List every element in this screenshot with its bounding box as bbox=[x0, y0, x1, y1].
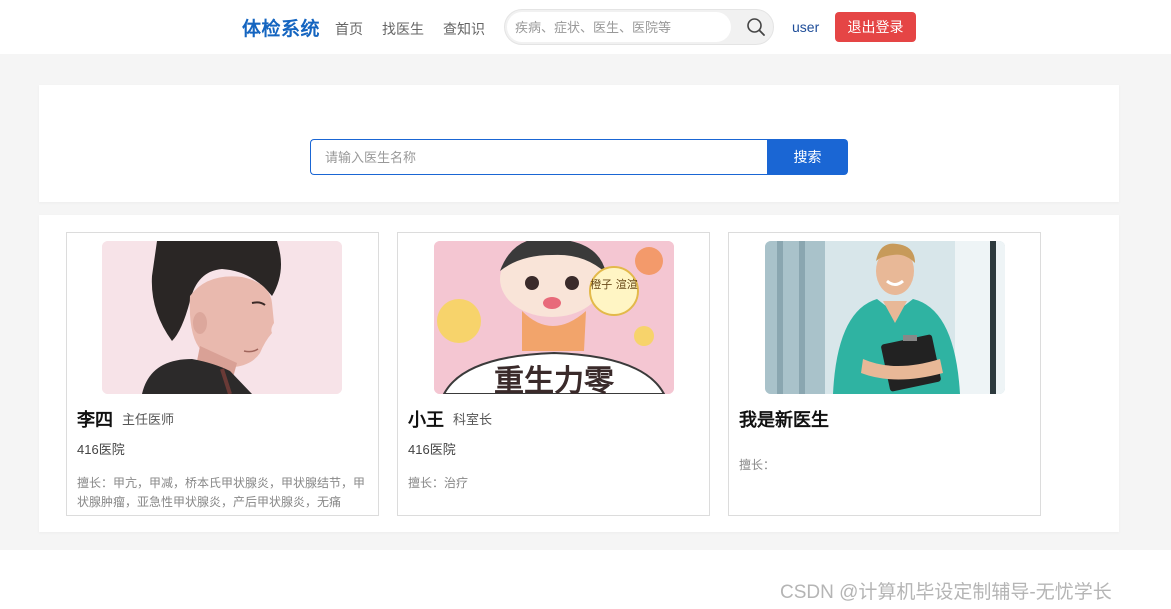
doctor-photo bbox=[765, 241, 1005, 394]
site-logo[interactable]: 体检系统 bbox=[242, 14, 320, 41]
sticker-text-1: 橙子 渲渲 bbox=[590, 277, 638, 291]
doctor-specialty: 擅长：治疗 bbox=[408, 476, 469, 490]
doctor-card[interactable]: 橙子 渲渲 重生力零 小王 科室长 416医院 擅长：治疗 bbox=[397, 232, 710, 516]
user-menu-link[interactable]: user bbox=[792, 19, 819, 35]
csdn-watermark: CSDN @计算机毕设定制辅导-无忧学长 bbox=[780, 582, 1112, 603]
doctor-specialty: 擅长： bbox=[739, 458, 776, 472]
nav-knowledge[interactable]: 查知识 bbox=[443, 19, 485, 39]
doctor-title: 主任医师 bbox=[122, 412, 175, 427]
doctor-hospital: 416医院 bbox=[408, 442, 456, 457]
doctor-photo: 橙子 渲渲 重生力零 bbox=[434, 241, 674, 394]
doctor-card[interactable]: 我是新医生 擅长： bbox=[728, 232, 1041, 516]
doctor-name: 我是新医生 bbox=[739, 410, 829, 430]
banner-text: 重生力零 bbox=[494, 364, 615, 394]
doctor-title: 科室长 bbox=[453, 412, 493, 427]
logout-button[interactable]: 退出登录 bbox=[835, 12, 916, 42]
doctor-search-button[interactable]: 搜索 bbox=[767, 139, 848, 175]
global-search bbox=[504, 9, 774, 45]
nav-find-doctor[interactable]: 找医生 bbox=[382, 19, 424, 39]
doctor-name: 小王 bbox=[408, 410, 444, 430]
search-icon[interactable] bbox=[745, 16, 767, 38]
top-header: 体检系统 首页 找医生 查知识 user 退出登录 bbox=[0, 0, 1171, 54]
doctor-hospital: 416医院 bbox=[77, 442, 125, 457]
doctor-photo bbox=[102, 241, 342, 394]
doctor-name: 李四 bbox=[77, 410, 113, 430]
doctor-specialty: 擅长：甲亢，甲减，桥本氏甲状腺炎，甲状腺结节，甲状腺肿瘤，亚急性甲状腺炎，产后甲… bbox=[77, 476, 366, 509]
doctor-card[interactable]: 李四 主任医师 416医院 擅长：甲亢，甲减，桥本氏甲状腺炎，甲状腺结节，甲状腺… bbox=[66, 232, 379, 516]
global-search-input[interactable] bbox=[507, 12, 731, 42]
doctor-name-search-input[interactable] bbox=[310, 139, 768, 175]
nav-home[interactable]: 首页 bbox=[335, 19, 363, 39]
